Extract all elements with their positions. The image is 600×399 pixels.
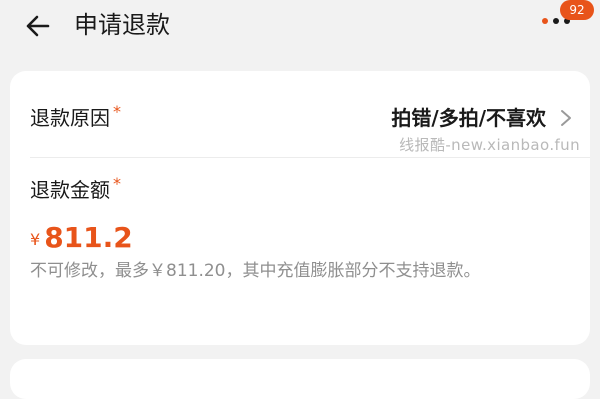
divider: [30, 157, 590, 158]
back-button[interactable]: [22, 10, 54, 42]
chevron-right-icon: [561, 110, 571, 126]
required-mark: *: [113, 102, 121, 121]
refund-reason-value: 拍错/多拍/不喜欢: [391, 106, 546, 130]
refund-amount-label: 退款金额 *: [30, 174, 121, 202]
notification-badge: 92: [560, 0, 594, 20]
refund-form-card: 退款原因 * 拍错/多拍/不喜欢 线报酷-new.xianbao.fun 退款金额…: [10, 71, 590, 345]
required-mark: *: [113, 174, 121, 193]
currency-symbol: ¥: [30, 230, 41, 249]
more-button[interactable]: 92: [538, 0, 594, 48]
watermark-text: 线报酷-new.xianbao.fun: [399, 136, 580, 154]
top-bar: 申请退款 92: [0, 0, 600, 52]
refund-amount-value: 811.2: [44, 221, 133, 254]
refund-reason-row[interactable]: 退款原因 * 拍错/多拍/不喜欢 线报酷-new.xianbao.fun: [10, 71, 590, 157]
back-arrow-icon: [26, 15, 50, 37]
refund-amount-note: 不可修改，最多￥811.20，其中充值膨胀部分不支持退款。: [30, 261, 481, 281]
refund-amount: ¥811.2: [30, 219, 133, 261]
next-card: [10, 359, 590, 399]
page-title: 申请退款: [74, 11, 170, 39]
refund-reason-label: 退款原因 *: [30, 102, 121, 130]
